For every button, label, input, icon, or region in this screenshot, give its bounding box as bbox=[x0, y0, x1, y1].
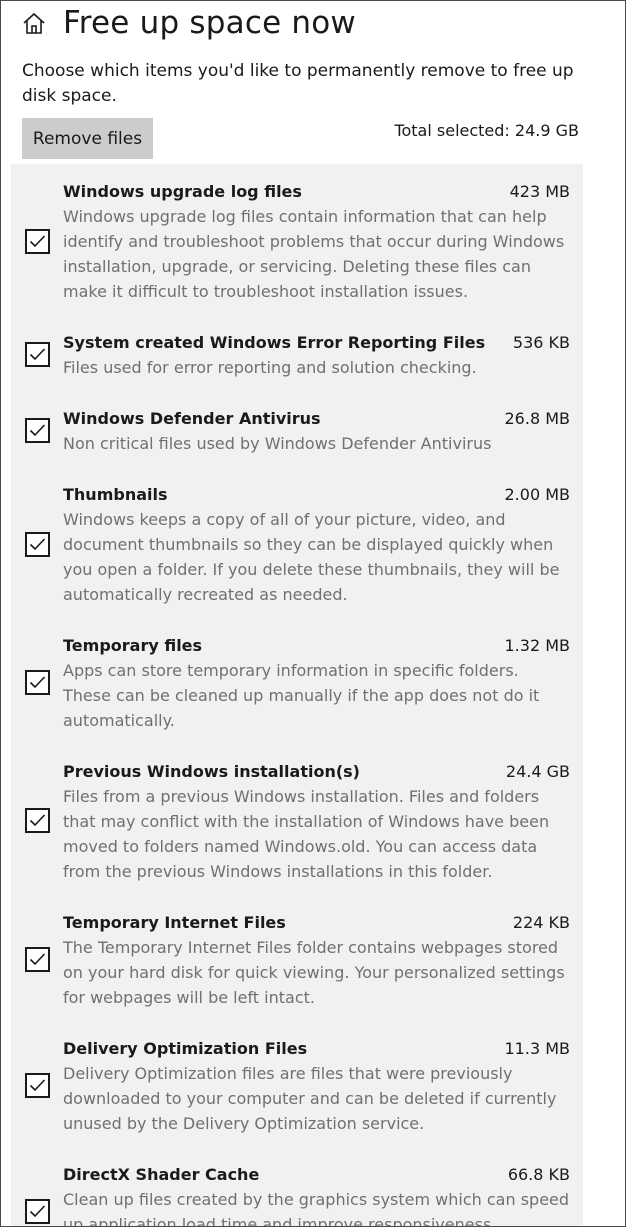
item-description: Files used for error reporting and solut… bbox=[63, 358, 477, 377]
item-size: 224 KB bbox=[512, 913, 570, 932]
item-description: Windows upgrade log files contain inform… bbox=[63, 207, 565, 301]
item-name: Temporary files bbox=[63, 636, 203, 655]
item-size: 11.3 MB bbox=[504, 1039, 571, 1058]
item-name: Previous Windows installation(s) bbox=[63, 762, 360, 781]
home-icon[interactable] bbox=[21, 10, 47, 36]
remove-files-button[interactable]: Remove files bbox=[22, 118, 153, 159]
item-name: Temporary Internet Files bbox=[63, 913, 286, 932]
page-header: Free up space now bbox=[21, 3, 356, 43]
item-size: 1.32 MB bbox=[504, 636, 571, 655]
item-checkbox[interactable] bbox=[25, 670, 50, 695]
item-description: Clean up files created by the graphics s… bbox=[63, 1190, 570, 1227]
item-description: Delivery Optimization files are files th… bbox=[63, 1064, 557, 1133]
item-description: Windows keeps a copy of all of your pict… bbox=[63, 510, 560, 604]
item-name: System created Windows Error Reporting F… bbox=[63, 333, 486, 352]
page-description: Choose which items you'd like to permane… bbox=[22, 61, 574, 106]
page-title: Free up space now bbox=[63, 5, 356, 41]
checkmark-icon bbox=[29, 953, 46, 966]
item-name: DirectX Shader Cache bbox=[63, 1165, 260, 1184]
item-checkbox[interactable] bbox=[25, 532, 50, 557]
cleanup-items-list: Windows upgrade log files 423 MB Windows… bbox=[11, 164, 583, 1227]
item-size: 536 KB bbox=[512, 333, 570, 352]
item-description: Apps can store temporary information in … bbox=[63, 661, 540, 730]
item-checkbox[interactable] bbox=[25, 1199, 50, 1224]
item-size: 26.8 MB bbox=[504, 409, 571, 428]
checkmark-icon bbox=[29, 424, 46, 437]
item-description: The Temporary Internet Files folder cont… bbox=[63, 938, 565, 1007]
item-size: 423 MB bbox=[509, 182, 570, 201]
item-description: Files from a previous Windows installati… bbox=[63, 787, 550, 881]
item-checkbox[interactable] bbox=[25, 947, 50, 972]
item-name: Thumbnails bbox=[63, 485, 168, 504]
item-description: Non critical files used by Windows Defen… bbox=[63, 434, 492, 453]
item-size: 66.8 KB bbox=[507, 1165, 570, 1184]
checkmark-icon bbox=[29, 235, 46, 248]
checkmark-icon bbox=[29, 348, 46, 361]
item-name: Windows Defender Antivirus bbox=[63, 409, 321, 428]
checkmark-icon bbox=[29, 814, 46, 827]
checkmark-icon bbox=[29, 538, 46, 551]
item-size: 2.00 MB bbox=[504, 485, 571, 504]
checkmark-icon bbox=[29, 1205, 46, 1218]
item-name: Windows upgrade log files bbox=[63, 182, 302, 201]
item-size: 24.4 GB bbox=[505, 762, 570, 781]
item-name: Delivery Optimization Files bbox=[63, 1039, 308, 1058]
checkmark-icon bbox=[29, 1079, 46, 1092]
checkmark-icon bbox=[29, 676, 46, 689]
item-checkbox[interactable] bbox=[25, 1073, 50, 1098]
item-checkbox[interactable] bbox=[25, 808, 50, 833]
item-checkbox[interactable] bbox=[25, 229, 50, 254]
item-checkbox[interactable] bbox=[25, 418, 50, 443]
storage-sense-window: Free up space now Choose which items you… bbox=[0, 0, 626, 1227]
total-selected-label: Total selected: 24.9 GB bbox=[394, 121, 579, 140]
item-checkbox[interactable] bbox=[25, 342, 50, 367]
